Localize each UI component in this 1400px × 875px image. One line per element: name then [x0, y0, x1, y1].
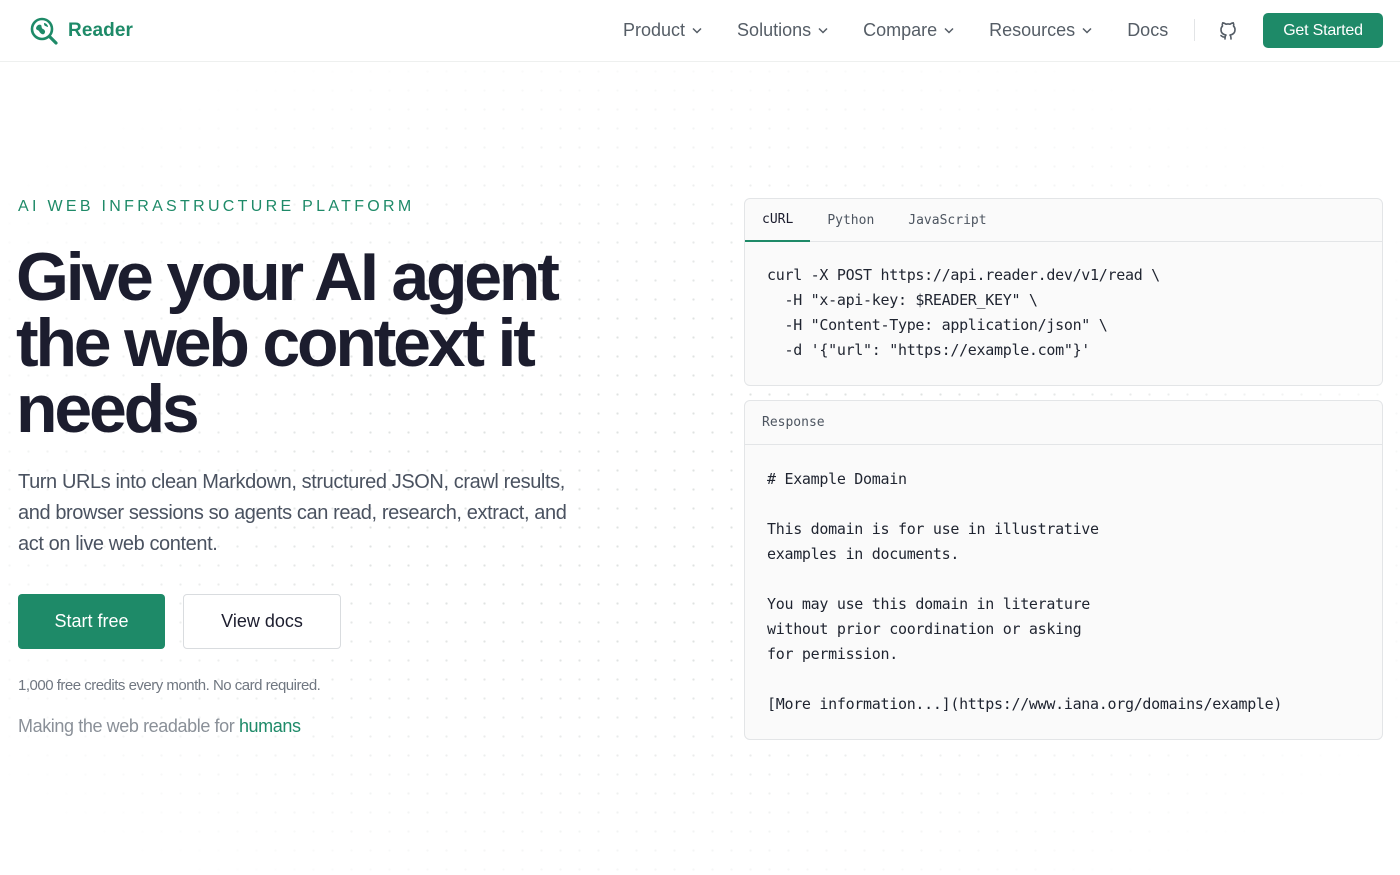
nav-item-compare[interactable]: Compare: [863, 20, 954, 41]
hero-subtext: Turn URLs into clean Markdown, structure…: [18, 471, 567, 555]
tagline-accent-word: humans: [238, 716, 301, 736]
hero-eyebrow: AI WEB INFRASTRUCTURE PLATFORM: [18, 198, 415, 215]
request-code-block: curl -X POST https://api.reader.dev/v1/r…: [767, 266, 1160, 359]
github-icon[interactable]: [1217, 18, 1239, 42]
nav-item-label: Docs: [1127, 19, 1169, 40]
nav-links: Product Solutions Compare Resources Docs: [623, 18, 1239, 42]
tab-curl[interactable]: cURL: [745, 199, 811, 242]
view-docs-button[interactable]: View docs: [183, 594, 341, 649]
language-tabs: cURL Python JavaScript: [745, 199, 1382, 242]
get-started-button[interactable]: Get Started: [1263, 13, 1383, 48]
response-panel-label: Response: [745, 401, 1382, 445]
nav-item-label: Resources: [989, 19, 1076, 40]
nav-item-label: Compare: [863, 19, 938, 40]
nav-item-solutions[interactable]: Solutions: [737, 20, 828, 41]
chevron-down-icon: [692, 27, 702, 34]
hero-headline: Give your AI agent the web context it ne…: [16, 239, 560, 447]
tagline-prefix: Making the web readable for: [18, 716, 239, 736]
nav-item-resources[interactable]: Resources: [989, 20, 1092, 41]
response-panel: Response # Example Domain This domain is…: [744, 400, 1383, 740]
top-navigation: Reader Product Solutions Compare Resourc…: [0, 0, 1400, 62]
nav-item-label: Product: [623, 19, 686, 40]
chevron-down-icon: [818, 27, 828, 34]
nav-divider: [1194, 19, 1196, 41]
brand-name: Reader: [68, 20, 134, 41]
chevron-down-icon: [1082, 27, 1092, 34]
nav-item-product[interactable]: Product: [623, 20, 702, 41]
free-credits-note: 1,000 free credits every month. No card …: [18, 677, 321, 694]
nav-item-docs[interactable]: Docs: [1127, 20, 1168, 41]
tab-python[interactable]: Python: [810, 199, 891, 241]
brand-logo[interactable]: Reader: [29, 16, 133, 46]
response-body: # Example Domain This domain is for use …: [767, 470, 1283, 713]
chevron-down-icon: [944, 27, 954, 34]
request-code-panel: cURL Python JavaScript curl -X POST http…: [744, 198, 1383, 386]
reader-logo-icon: [30, 17, 58, 45]
nav-item-label: Solutions: [737, 19, 812, 40]
tab-javascript[interactable]: JavaScript: [891, 199, 1003, 241]
start-free-button[interactable]: Start free: [18, 594, 165, 649]
rotating-tagline: Making the web readable for humans: [18, 716, 301, 737]
